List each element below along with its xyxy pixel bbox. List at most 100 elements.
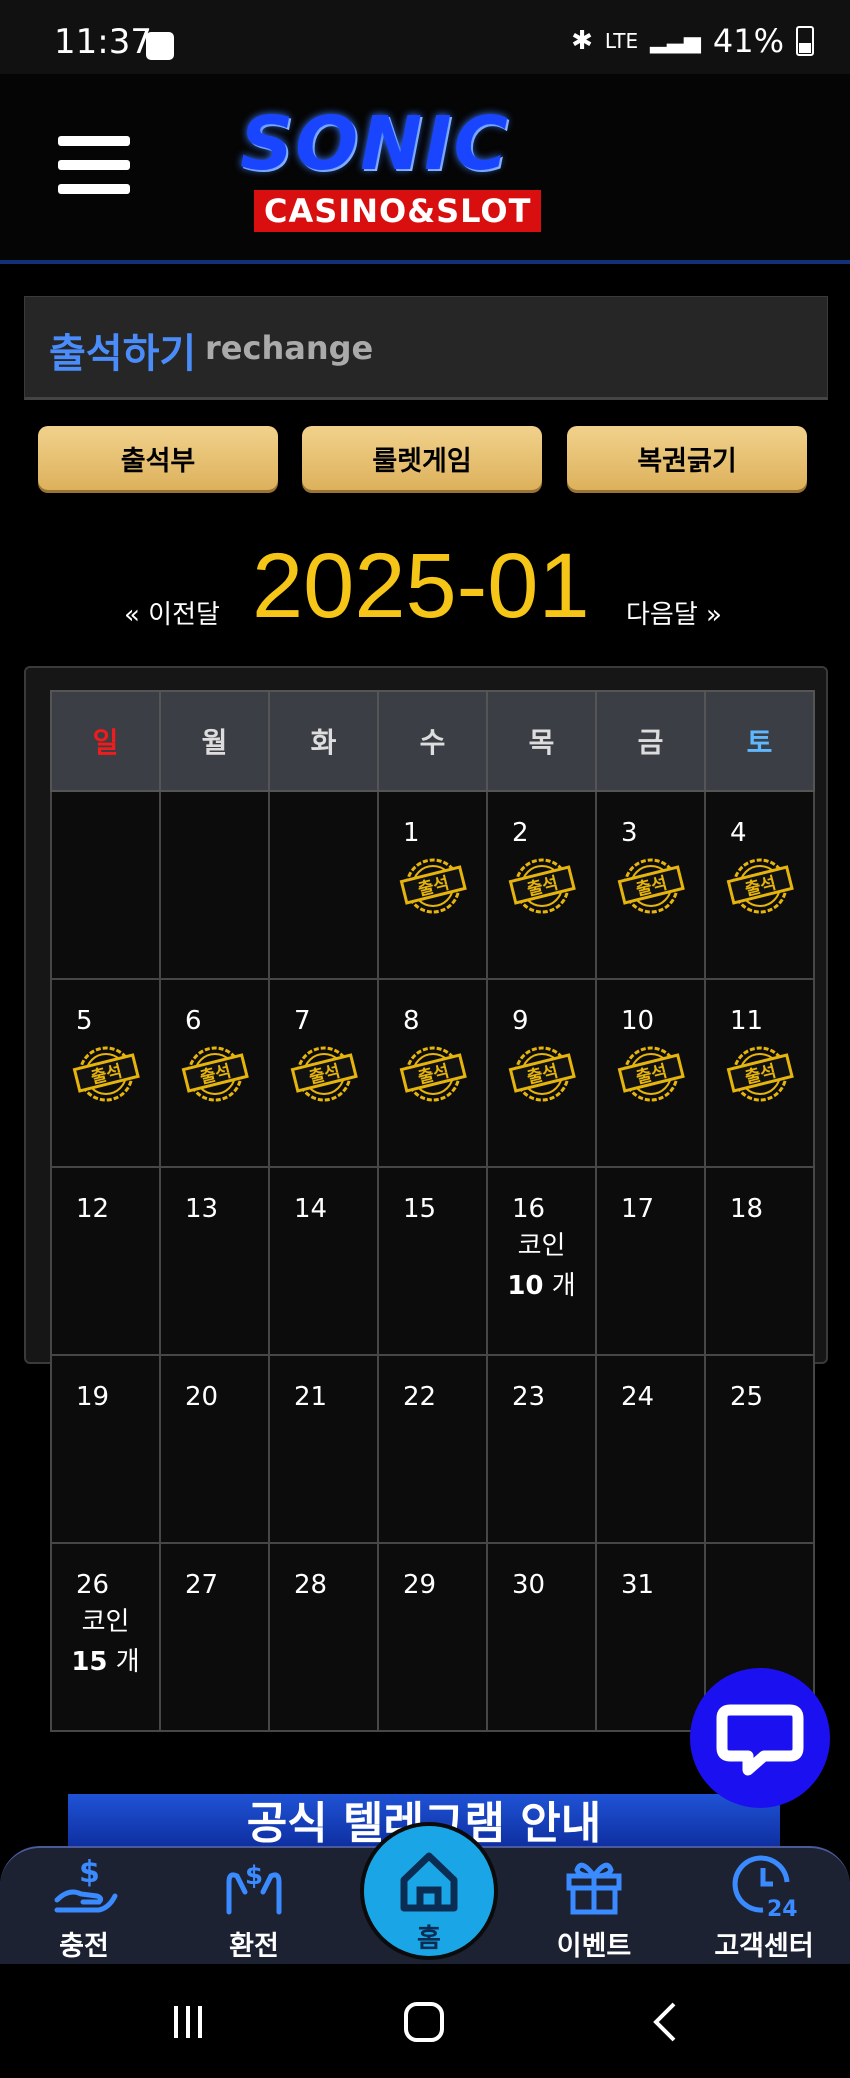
day-number: 1 [403,818,420,848]
day-number: 17 [621,1194,655,1224]
day-number: 19 [76,1382,110,1412]
calendar-week-row: 5 출석 6 출석 7 출석 8 출석 9 출석 10 출석 11 출석 [50,978,815,1168]
calendar-day-cell[interactable]: 18 [704,1166,815,1356]
attendance-stamp-icon: 출석 [613,852,689,916]
day-number: 21 [294,1382,328,1412]
menu-icon[interactable] [58,136,130,198]
calendar-day-cell[interactable]: 5 출석 [50,978,161,1168]
attendance-stamp-icon: 출석 [504,1040,580,1104]
calendar-day-cell[interactable]: 26 코인 15 개 [50,1542,161,1732]
calendar-day-cell[interactable]: 24 [595,1354,706,1544]
day-number: 5 [76,1006,93,1036]
calendar-day-cell[interactable]: 29 [377,1542,488,1732]
calendar-day-cell[interactable]: 21 [268,1354,379,1544]
calendar-day-cell[interactable]: 1 출석 [377,790,488,980]
calendar-day-cell[interactable]: 19 [50,1354,161,1544]
calendar-day-cell[interactable]: 2 출석 [486,790,597,980]
day-number: 14 [294,1194,328,1224]
nav-exchange[interactable]: $ 환전 [194,1852,314,1963]
attendance-stamp-icon: 출석 [68,1040,144,1104]
day-number: 15 [403,1194,437,1224]
calendar-day-cell[interactable]: 28 [268,1542,379,1732]
day-number: 28 [294,1570,328,1600]
support-24-icon: 24 [732,1855,798,1918]
calendar-day-cell[interactable]: 20 [159,1354,270,1544]
nav-home-label: 홈 [417,1924,441,1954]
day-number: 29 [403,1570,437,1600]
attendance-stamp-icon: 출석 [286,1040,362,1104]
day-number: 11 [730,1006,764,1036]
calendar-panel: 일 월 화 수 목 금 토 1 출석 2 출석 3 출석 4 출석 5 출석 6 출석 7 출석 8 출석 9 출… [24,666,828,1732]
calendar-week-row: 1 출석 2 출석 3 출석 4 출석 [50,790,815,980]
home-system-icon[interactable] [402,2000,446,2044]
home-icon [400,1852,458,1912]
day-number: 9 [512,1006,529,1036]
calendar-day-cell[interactable]: 6 출석 [159,978,270,1168]
calendar-day-cell[interactable]: 10 출석 [595,978,706,1168]
calendar-day-cell[interactable]: 9 출석 [486,978,597,1168]
calendar-day-cell [50,790,161,980]
attendance-stamp-icon: 출석 [722,852,798,916]
nav-deposit[interactable]: $ 충전 [24,1852,144,1963]
calendar-day-cell[interactable]: 31 [595,1542,706,1732]
nav-event[interactable]: 이벤트 [534,1852,654,1963]
calendar-day-cell[interactable]: 3 출석 [595,790,706,980]
live-chat-button[interactable] [690,1668,830,1808]
tab-attendance[interactable]: 출석부 [38,426,278,490]
day-number: 13 [185,1194,219,1224]
calendar-day-cell[interactable]: 7 출석 [268,978,379,1168]
recent-apps-icon[interactable] [168,2002,208,2042]
calendar-day-cell[interactable]: 8 출석 [377,978,488,1168]
svg-text:$: $ [79,1855,100,1890]
day-number: 6 [185,1006,202,1036]
weekday-tue: 화 [268,690,379,792]
calendar-day-cell[interactable]: 17 [595,1166,706,1356]
day-number: 3 [621,818,638,848]
attendance-stamp-icon: 출석 [395,852,471,916]
attendance-stamp-icon: 출석 [722,1040,798,1104]
tab-lottery[interactable]: 복권긁기 [567,426,807,490]
calendar-day-cell[interactable]: 27 [159,1542,270,1732]
deposit-icon: $ [54,1855,118,1913]
calendar-week-row: 12 13 14 15 16 코인 10 개 17 18 [50,1166,815,1356]
app-header: SONIC CASINO&SLOT [0,74,850,264]
day-number: 2 [512,818,529,848]
calendar-day-cell[interactable]: 13 [159,1166,270,1356]
coin-amount: 15 [71,1647,108,1677]
calendar-day-cell[interactable]: 11 출석 [704,978,815,1168]
sonic-logo[interactable]: SONIC CASINO&SLOT [240,104,610,234]
svg-text:24: 24 [767,1897,798,1918]
calendar-day-cell[interactable]: 30 [486,1542,597,1732]
calendar-day-cell[interactable]: 25 [704,1354,815,1544]
calendar-day-cell[interactable]: 16 코인 10 개 [486,1166,597,1356]
calendar-day-cell[interactable]: 22 [377,1354,488,1544]
back-icon[interactable] [646,2002,686,2042]
status-time: 11:37 [54,22,152,62]
coin-amount: 10 [507,1271,544,1301]
coin-reward: 코인 10 개 [488,1226,595,1306]
page-title: 출석하기 [49,331,197,377]
chat-icon [716,1704,804,1776]
nav-exchange-label: 환전 [229,1931,279,1962]
weekday-thu: 목 [486,690,597,792]
tab-roulette[interactable]: 룰렛게임 [302,426,542,490]
weekday-sun: 일 [50,690,161,792]
day-number: 12 [76,1194,110,1224]
day-number: 16 [512,1194,546,1224]
calendar-day-cell[interactable]: 23 [486,1354,597,1544]
calendar-day-cell[interactable]: 12 [50,1166,161,1356]
day-number: 27 [185,1570,219,1600]
calendar-body: 1 출석 2 출석 3 출석 4 출석 5 출석 6 출석 7 출석 8 출석 9 출석 10 출석 11 출석 12 13 1… [50,790,815,1732]
weekday-header-row: 일 월 화 수 목 금 토 [50,690,815,792]
prev-month-link[interactable]: « 이전달 [124,594,220,631]
attendance-stamp-icon: 출석 [613,1040,689,1104]
calendar-day-cell[interactable]: 15 [377,1166,488,1356]
gift-icon [566,1862,622,1915]
nav-support[interactable]: 24 고객센터 [704,1852,824,1963]
calendar-day-cell[interactable]: 4 출석 [704,790,815,980]
current-month: 2025-01 [252,535,590,637]
calendar-day-cell[interactable]: 14 [268,1166,379,1356]
day-number: 23 [512,1382,546,1412]
nav-home[interactable]: 홈 [360,1822,498,1960]
next-month-link[interactable]: 다음달 » [626,594,722,631]
